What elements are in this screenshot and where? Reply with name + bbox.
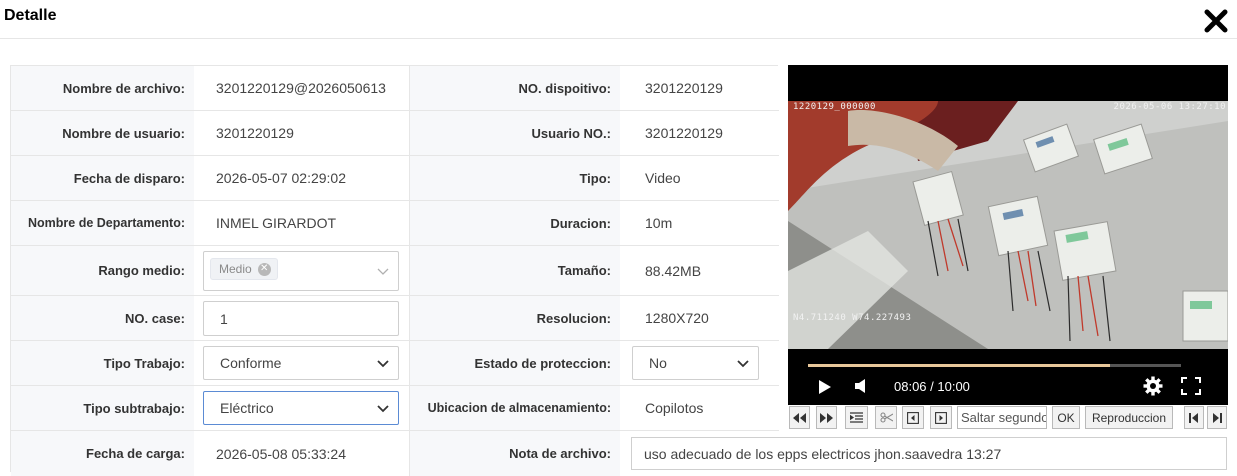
value-tamano: 88.42MB xyxy=(645,262,702,279)
close-icon[interactable] xyxy=(1203,8,1229,34)
detail-row: Tipo subtrabajo: Eléctrico Ubicacion de … xyxy=(11,386,779,431)
label-ubicacion: Ubicacion de almacenamiento: xyxy=(410,386,620,430)
label-tipo-trabajo: Tipo Trabajo: xyxy=(11,341,194,385)
chevron-down-icon xyxy=(376,401,390,415)
label-usuario-no: Usuario NO.: xyxy=(410,111,620,155)
rango-medio-tag-label: Medio xyxy=(219,262,252,276)
detail-row: Rango medio: Medio ✕ Tamaño: 88.42MB xyxy=(11,246,779,296)
osd-device-id: 1220129_000000 xyxy=(793,102,876,112)
tipo-subtrabajo-select[interactable]: Eléctrico xyxy=(203,391,399,425)
no-case-input[interactable]: 1 xyxy=(203,301,399,336)
playback-button[interactable]: Reproduccion xyxy=(1085,406,1173,429)
dialog-title: Detalle xyxy=(4,7,57,24)
detail-row: Tipo Trabajo: Conforme Estado de protecc… xyxy=(11,341,779,386)
tipo-trabajo-select[interactable]: Conforme xyxy=(203,346,399,380)
estado-proteccion-value: No xyxy=(649,355,667,371)
list-icon[interactable] xyxy=(845,406,868,429)
value-no-dispositivo: 3201220129 xyxy=(645,80,723,96)
label-nota-archivo: Nota de archivo: xyxy=(410,431,620,476)
estado-proteccion-select[interactable]: No xyxy=(632,346,759,380)
value-usuario-no: 3201220129 xyxy=(645,125,723,141)
dialog-header: Detalle xyxy=(0,0,1237,39)
seek-bar-fill xyxy=(808,364,1111,367)
nota-archivo-value: uso adecuado de los epps electricos jhon… xyxy=(644,445,1002,462)
label-no-dispositivo: NO. dispoitivo: xyxy=(410,66,620,110)
chevron-down-icon xyxy=(736,356,750,370)
rango-medio-tag: Medio ✕ xyxy=(210,258,278,280)
label-estado-proteccion: Estado de proteccion: xyxy=(410,341,620,385)
label-duracion: Duracion: xyxy=(410,201,620,245)
no-case-value: 1 xyxy=(220,310,228,327)
tag-remove-icon[interactable]: ✕ xyxy=(257,262,271,276)
osd-gps: N4.711240 W74.227493 xyxy=(793,313,912,323)
skip-start-icon[interactable] xyxy=(1184,406,1204,429)
next-frame-icon[interactable] xyxy=(930,406,952,429)
nota-archivo-input[interactable]: uso adecuado de los epps electricos jhon… xyxy=(631,437,1227,470)
playback-time: 08:06 / 10:00 xyxy=(894,379,970,394)
value-nombre-archivo: 3201220129@2026050613 xyxy=(216,80,386,96)
label-fecha-disparo: Fecha de disparo: xyxy=(11,156,194,200)
label-nombre-archivo: Nombre de archivo: xyxy=(11,66,194,110)
value-ubicacion: Copilotos xyxy=(645,400,704,416)
video-frame[interactable]: 1220129_000000 2026-05-06 13:27:10 N4.71… xyxy=(788,101,1228,349)
detail-row: NO. case: 1 Resolucion: 1280X720 xyxy=(11,296,779,341)
tipo-subtrabajo-value: Eléctrico xyxy=(220,400,274,416)
value-tipo: Video xyxy=(645,170,681,186)
label-fecha-carga: Fecha de carga: xyxy=(11,431,194,476)
detail-row: Nombre de archivo: 3201220129@2026050613… xyxy=(11,66,779,111)
value-departamento: INMEL GIRARDOT xyxy=(216,215,337,231)
seek-bar[interactable] xyxy=(808,364,1181,367)
label-departamento: Nombre de Departamento: xyxy=(11,201,194,245)
scissors-icon[interactable] xyxy=(875,406,897,429)
value-resolucion: 1280X720 xyxy=(645,310,709,326)
video-frame-image xyxy=(788,101,1228,349)
ok-button[interactable]: OK xyxy=(1052,406,1080,429)
detail-row: Nombre de usuario: 3201220129 Usuario NO… xyxy=(11,111,779,156)
label-tamano: Tamaño: xyxy=(410,246,620,295)
seek-seconds-input[interactable]: Saltar segundos xyxy=(957,406,1047,429)
rewind-icon[interactable] xyxy=(789,406,810,429)
player-toolbar: Saltar segundos OK Reproduccion xyxy=(788,405,1228,430)
label-tipo: Tipo: xyxy=(410,156,620,200)
prev-frame-icon[interactable] xyxy=(902,406,924,429)
label-no-case: NO. case: xyxy=(11,296,194,340)
label-resolucion: Resolucion: xyxy=(410,296,620,340)
osd-timestamp: 2026-05-06 13:27:10 xyxy=(1113,102,1226,112)
detail-grid: Nombre de archivo: 3201220129@2026050613… xyxy=(10,65,779,476)
gear-icon[interactable] xyxy=(1143,376,1163,396)
fast-forward-icon[interactable] xyxy=(816,406,837,429)
skip-end-icon[interactable] xyxy=(1207,406,1227,429)
label-rango-medio: Rango medio: xyxy=(11,246,194,295)
volume-icon[interactable] xyxy=(854,378,868,394)
fullscreen-icon[interactable] xyxy=(1181,377,1201,395)
value-fecha-carga: 2026-05-08 05:33:24 xyxy=(216,445,346,462)
chevron-down-icon xyxy=(376,264,390,278)
play-icon[interactable] xyxy=(818,379,832,395)
value-fecha-disparo: 2026-05-07 02:29:02 xyxy=(216,170,346,186)
chevron-down-icon xyxy=(376,356,390,370)
detail-row: Fecha de disparo: 2026-05-07 02:29:02 Ti… xyxy=(11,156,779,201)
tipo-trabajo-value: Conforme xyxy=(220,355,282,371)
detail-row: Nombre de Departamento: INMEL GIRARDOT D… xyxy=(11,201,779,246)
rango-medio-select[interactable]: Medio ✕ xyxy=(203,251,399,291)
value-nombre-usuario: 3201220129 xyxy=(216,125,294,141)
video-player[interactable]: 1220129_000000 2026-05-06 13:27:10 N4.71… xyxy=(788,65,1228,405)
label-tipo-subtrabajo: Tipo subtrabajo: xyxy=(11,386,194,430)
label-nombre-usuario: Nombre de usuario: xyxy=(11,111,194,155)
value-duracion: 10m xyxy=(645,215,673,231)
seek-seconds-placeholder: Saltar segundos xyxy=(961,410,1047,425)
